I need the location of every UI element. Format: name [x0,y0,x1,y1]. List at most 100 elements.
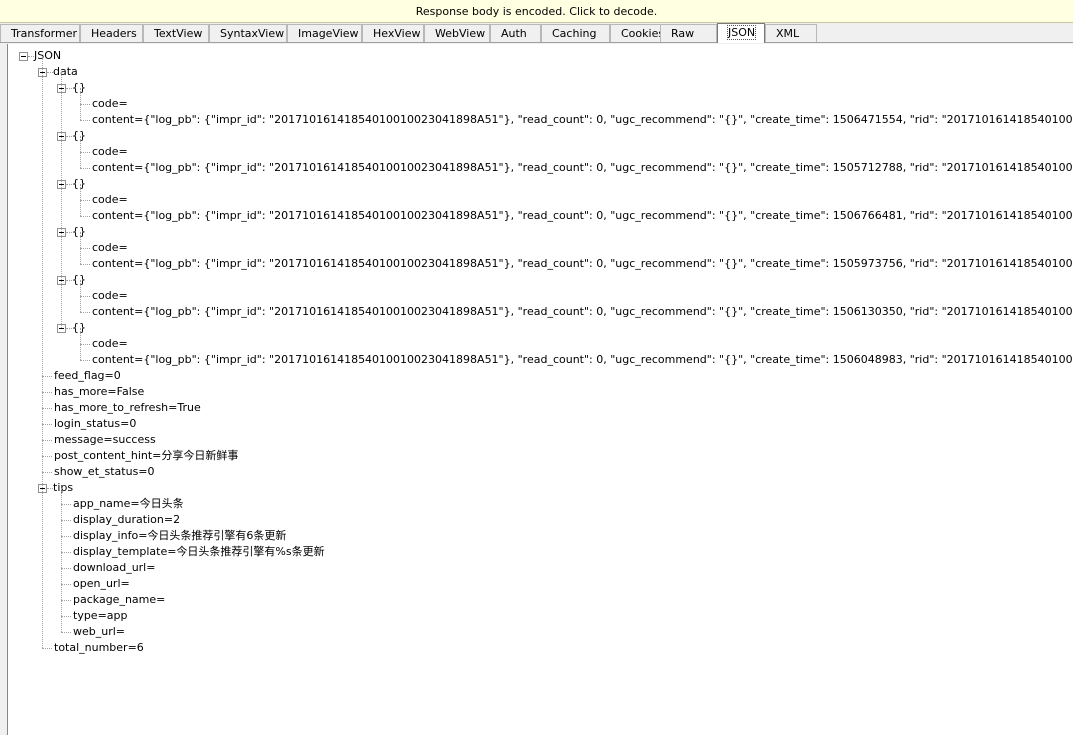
tree-node-tip[interactable]: display_info=今日头条推荐引擎有6条更新 [72,528,286,544]
tab-json[interactable]: JSON [717,23,765,43]
tab-xml[interactable]: XML [765,24,817,42]
tree-connector [80,312,90,313]
tree-node-tip[interactable]: type=app [72,608,128,624]
tree-node-tip[interactable]: display_template=今日头条推荐引擎有%s条更新 [72,544,325,560]
tree-connector [80,152,90,153]
tree-connector [42,392,52,393]
tree-node-tip-text: display_info=今日头条推荐引擎有6条更新 [73,529,287,542]
tree-node-object[interactable]: {} [71,128,86,144]
tree-node-content[interactable]: content={"log_pb": {"impr_id": "20171016… [91,112,1073,128]
tab-syntaxview[interactable]: SyntaxView [209,24,287,42]
tree-node-data[interactable]: data [52,64,78,80]
tab-label: Caching [552,27,597,40]
json-tree-view[interactable]: JSON data {} code= content={"log_pb": {"impr… [7,44,1073,735]
tree-node-code[interactable]: code= [91,336,128,352]
tree-node-object[interactable]: {} [71,224,86,240]
tree-connector [80,200,90,201]
tree-connector [42,472,52,473]
tree-node-code[interactable]: code= [91,288,128,304]
tree-node-code[interactable]: code= [91,144,128,160]
tree-node-content[interactable]: content={"log_pb": {"impr_id": "20171016… [91,352,1073,368]
tree-node-field-text: has_more=False [54,385,145,398]
tree-node-object-text: {} [72,273,86,286]
tree-node-field[interactable]: message=success [53,432,156,448]
tab-label: SyntaxView [220,27,285,40]
tree-connector [61,616,71,617]
tree-node-object[interactable]: {} [71,320,86,336]
tree-connector [42,648,52,649]
tab-label: Headers [91,27,137,40]
tab-hexview[interactable]: HexView [362,24,424,42]
tree-node-field[interactable]: feed_flag=0 [53,368,121,384]
tree-node-code-text: code= [92,289,128,302]
tree-node-field[interactable]: login_status=0 [53,416,136,432]
tree-node-content[interactable]: content={"log_pb": {"impr_id": "20171016… [91,256,1073,272]
tree-node-content[interactable]: content={"log_pb": {"impr_id": "20171016… [91,160,1073,176]
tree-node-code-text: code= [92,193,128,206]
tree-node-code[interactable]: code= [91,192,128,208]
tree-connector [80,120,90,121]
tree-node-field-text: login_status=0 [54,417,137,430]
decode-banner[interactable]: Response body is encoded. Click to decod… [0,0,1073,23]
tab-auth[interactable]: Auth [490,24,541,42]
tree-node-tip[interactable]: download_url= [72,560,155,576]
tree-connector [61,72,62,328]
collapse-toggle-icon[interactable] [19,52,28,61]
tab-label: Transformer [11,27,78,40]
tree-node-field-text: post_content_hint=分享今日新鲜事 [54,449,239,462]
tree-node-object[interactable]: {} [71,272,86,288]
tree-node-object[interactable]: {} [71,176,86,192]
tab-label: WebView [435,27,486,40]
tree-node-object[interactable]: {} [71,80,86,96]
tree-node-tip-text: open_url= [73,577,130,590]
tree-node-object-text: {} [72,129,86,142]
tree-node-code-text: code= [92,97,128,110]
tab-textview[interactable]: TextView [143,24,209,42]
tree-node-content[interactable]: content={"log_pb": {"impr_id": "20171016… [91,304,1073,320]
tab-label: Raw [671,27,695,40]
tree-node-field[interactable]: has_more_to_refresh=True [53,400,201,416]
tree-connector [80,280,81,312]
tab-webview[interactable]: WebView [424,24,490,42]
tree-node-total[interactable]: total_number=6 [53,640,144,656]
tab-transformer[interactable]: Transformer [0,24,80,42]
tab-label: JSON [726,25,757,40]
tree-node-object-text: {} [72,321,86,334]
tree-node-code-text: code= [92,145,128,158]
tab-imageview[interactable]: ImageView [287,24,362,42]
tree-node-tip-text: app_name=今日头条 [73,497,184,510]
tree-node-tip[interactable]: open_url= [72,576,130,592]
tree-node-code[interactable]: code= [91,240,128,256]
tree-node-object-text: {} [72,177,86,190]
tree-connector [80,216,90,217]
tree-connector [80,184,81,216]
tab-label: Auth [501,27,527,40]
tree-connector [61,488,62,632]
tree-node-content-text: content={"log_pb": {"impr_id": "20171016… [92,113,1073,126]
tree-node-data-text: data [53,65,78,78]
tree-node-total-text: total_number=6 [54,641,144,654]
tree-node-json[interactable]: JSON [33,48,61,64]
tree-node-field-text: show_et_status=0 [54,465,155,478]
tab-headers[interactable]: Headers [80,24,143,42]
tree-connector [80,232,81,264]
tree-connector [80,296,90,297]
tree-connector [61,520,71,521]
tab-raw[interactable]: Raw [660,24,717,42]
tree-node-field[interactable]: show_et_status=0 [53,464,155,480]
tree-node-code-text: code= [92,241,128,254]
tree-node-field[interactable]: has_more=False [53,384,144,400]
tree-node-tip[interactable]: package_name= [72,592,165,608]
tree-node-tips[interactable]: tips [52,480,73,496]
tree-node-tip[interactable]: display_duration=2 [72,512,180,528]
tree-node-code[interactable]: code= [91,96,128,112]
tab-caching[interactable]: Caching [541,24,610,42]
tree-node-content[interactable]: content={"log_pb": {"impr_id": "20171016… [91,208,1073,224]
tree-connector [80,344,90,345]
tree-node-tip[interactable]: app_name=今日头条 [72,496,184,512]
tree-node-content-text: content={"log_pb": {"impr_id": "20171016… [92,209,1073,222]
tree-node-tip[interactable]: web_url= [72,624,125,640]
tree-node-field[interactable]: post_content_hint=分享今日新鲜事 [53,448,238,464]
tree-connector [61,536,71,537]
tree-connector [42,408,52,409]
